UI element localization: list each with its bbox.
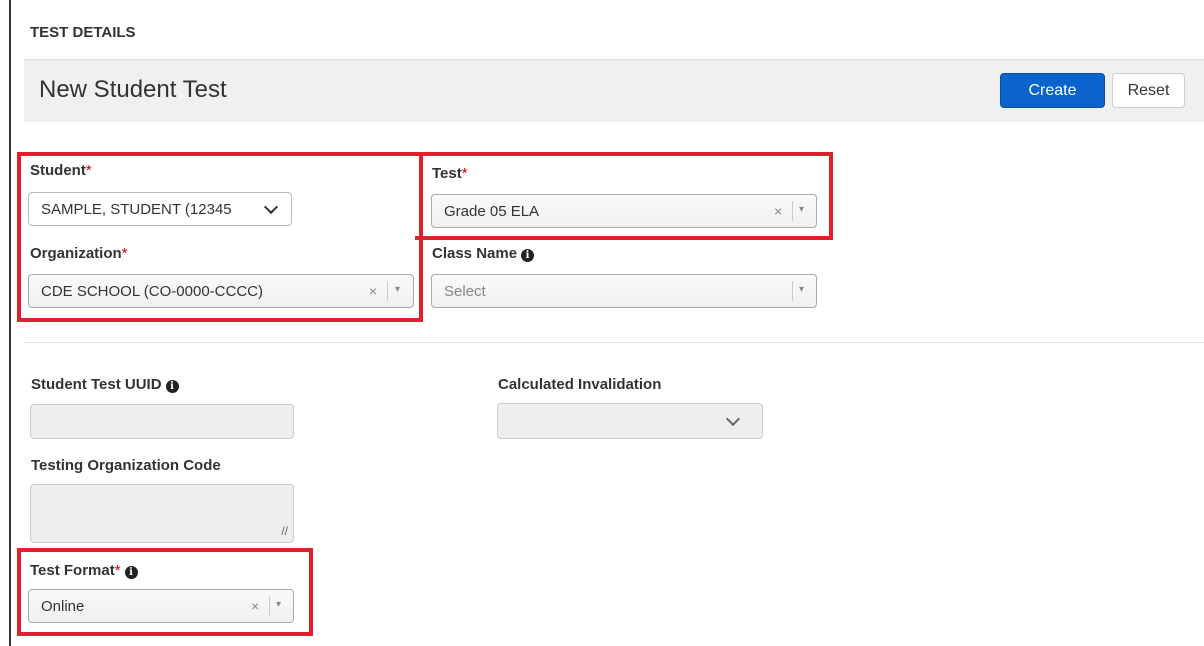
class-name-select[interactable]: Select ▾ xyxy=(431,274,817,308)
info-icon[interactable]: i xyxy=(521,249,535,262)
section-heading: TEST DETAILS xyxy=(30,24,136,41)
testing-org-code-label: Testing Organization Code xyxy=(31,457,221,474)
select-separator xyxy=(792,281,793,301)
page-title: New Student Test xyxy=(39,76,227,103)
testing-org-code-textarea[interactable]: // xyxy=(30,484,294,543)
student-test-uuid-field[interactable] xyxy=(30,404,294,439)
create-button[interactable]: Create xyxy=(1000,73,1105,108)
info-icon[interactable]: i xyxy=(165,380,179,393)
highlight-box-test xyxy=(415,152,833,240)
title-bar: New Student Test Create Reset xyxy=(24,59,1204,122)
calculated-invalidation-select[interactable] xyxy=(497,403,763,439)
section-divider xyxy=(24,342,1204,343)
calculated-invalidation-label: Calculated Invalidation xyxy=(498,376,662,393)
chevron-down-icon xyxy=(725,411,741,427)
highlight-box-test-format xyxy=(17,548,313,636)
student-test-uuid-label: Student Test UUID i xyxy=(31,376,179,393)
highlight-box-student-org xyxy=(17,152,423,322)
caret-down-icon: ▾ xyxy=(799,284,805,295)
student-test-uuid-label-text: Student Test UUID xyxy=(31,376,162,393)
class-name-label-text: Class Name xyxy=(432,245,518,262)
class-name-label: Class Name i xyxy=(432,245,535,262)
resize-grip-icon[interactable]: // xyxy=(281,524,288,538)
class-name-placeholder: Select xyxy=(444,283,486,300)
reset-button[interactable]: Reset xyxy=(1112,73,1185,108)
